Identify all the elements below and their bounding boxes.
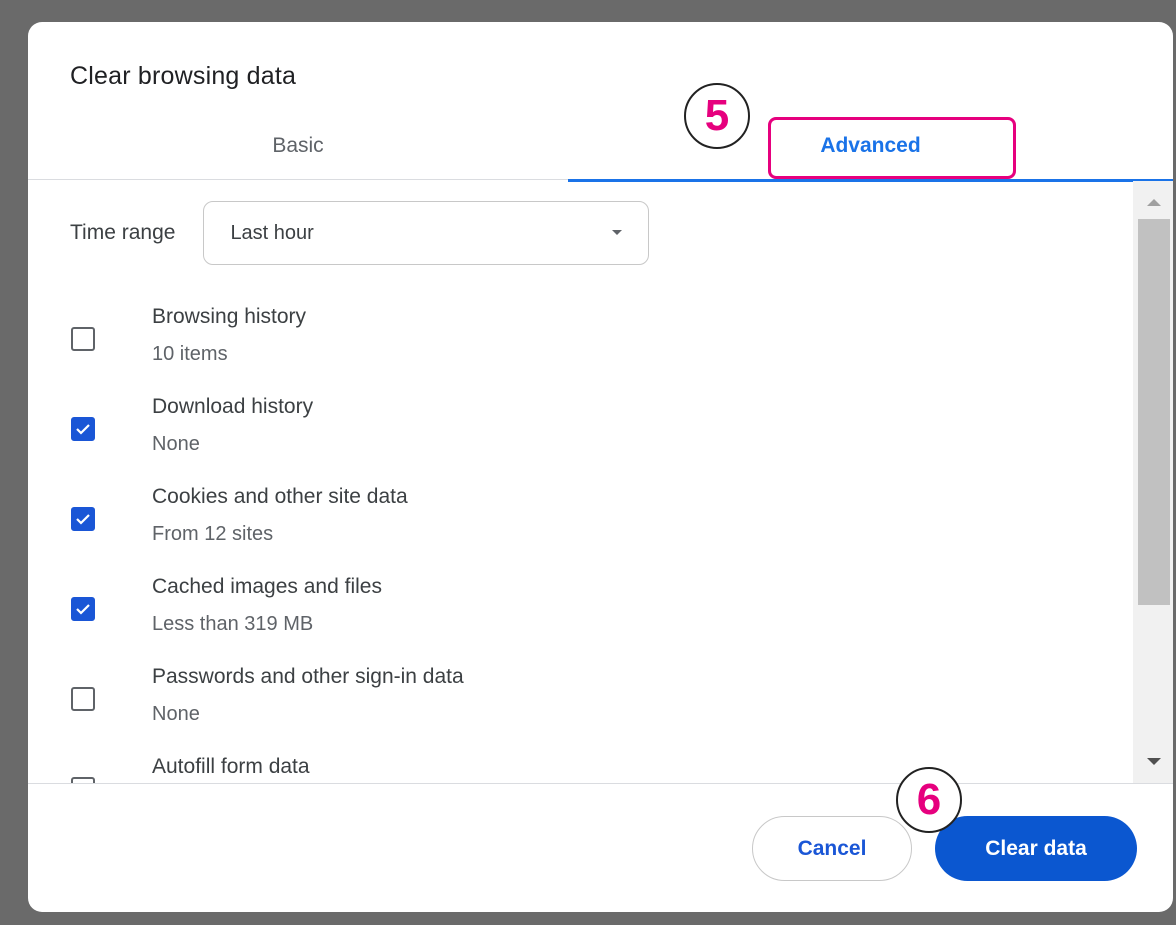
item-subtitle: 10 items (152, 343, 228, 365)
item-title: Cached images and files (152, 575, 382, 598)
item-title: Download history (152, 395, 314, 418)
dialog-content: Time range Last hour Browsing history 10… (28, 181, 1173, 783)
advanced-tab-highlight-box (768, 117, 1016, 179)
item-title: Browsing history (152, 305, 307, 328)
item-subtitle: From 12 sites (152, 523, 274, 545)
content-scrollbar[interactable] (1133, 181, 1173, 783)
step-5-marker: 5 (684, 83, 750, 149)
dialog-title: Clear browsing data (70, 62, 297, 90)
scroll-down-arrow-icon[interactable] (1147, 758, 1161, 765)
step-6-marker: 6 (896, 767, 962, 833)
time-range-label: Time range (70, 221, 176, 244)
list-item-browsing-history: Browsing history 10 items (28, 305, 1128, 395)
tab-basic[interactable]: Basic (28, 112, 568, 180)
list-item-autofill: Autofill form data (28, 755, 1128, 783)
list-item-cached-images: Cached images and files Less than 319 MB (28, 575, 1128, 665)
item-title: Passwords and other sign-in data (152, 665, 464, 688)
cached-images-checkbox[interactable] (71, 597, 95, 621)
caret-down-icon (612, 230, 623, 235)
passwords-checkbox[interactable] (71, 687, 95, 711)
time-range-select[interactable]: Last hour (203, 201, 650, 265)
time-range-value: Last hour (230, 221, 314, 244)
item-subtitle: None (152, 433, 200, 455)
scroll-up-arrow-icon[interactable] (1147, 199, 1161, 206)
cookies-checkbox[interactable] (71, 507, 95, 531)
cancel-button[interactable]: Cancel (752, 816, 912, 881)
browsing-history-checkbox[interactable] (71, 327, 95, 351)
list-item-download-history: Download history None (28, 395, 1128, 485)
time-range-row: Time range Last hour (70, 201, 650, 265)
item-subtitle: Less than 319 MB (152, 613, 314, 635)
clear-data-button[interactable]: Clear data (935, 816, 1137, 881)
checkmark-icon (76, 604, 90, 615)
list-item-passwords: Passwords and other sign-in data None (28, 665, 1128, 755)
item-title: Autofill form data (152, 755, 310, 778)
item-title: Cookies and other site data (152, 485, 408, 508)
checkmark-icon (76, 514, 90, 525)
list-item-cookies: Cookies and other site data From 12 site… (28, 485, 1128, 575)
dialog-footer: Cancel Clear data (28, 783, 1173, 912)
download-history-checkbox[interactable] (71, 417, 95, 441)
scroll-thumb[interactable] (1138, 219, 1170, 605)
item-subtitle: None (152, 703, 200, 725)
checkmark-icon (76, 424, 90, 435)
